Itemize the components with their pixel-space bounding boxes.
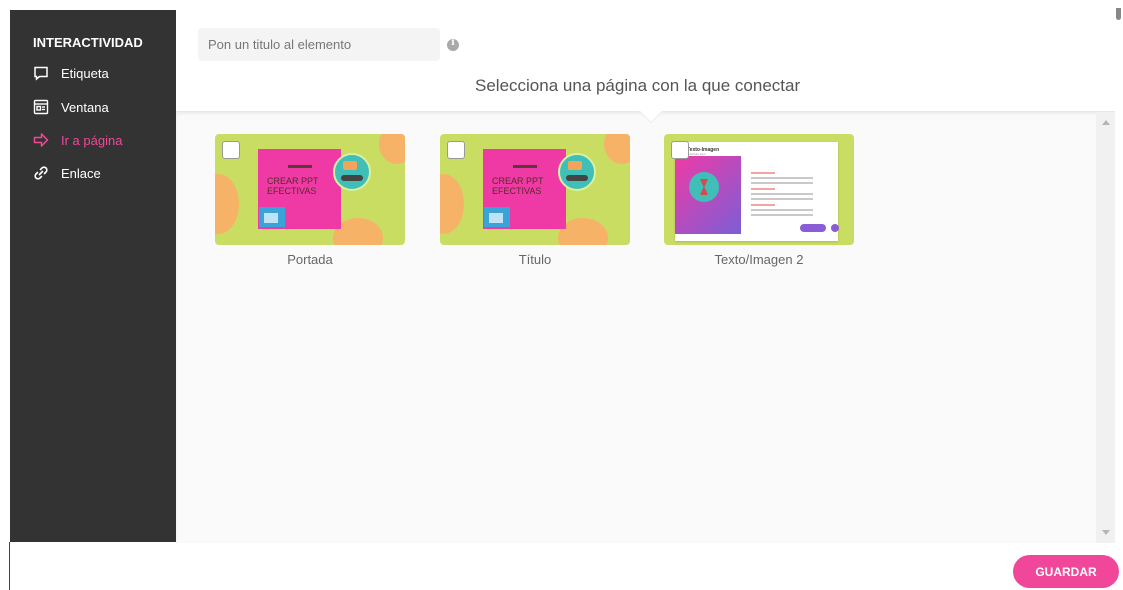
page-label: Texto/Imagen 2 [714,252,804,267]
sidebar-title: INTERACTIVIDAD [33,35,143,50]
decor-shape [440,174,464,234]
scroll-handle[interactable] [1116,8,1121,20]
sidebar-item-enlace[interactable]: Enlace [33,165,101,181]
sidebar: INTERACTIVIDAD Etiqueta Ventana Ir a pág… [10,10,176,542]
slide-text: CREAR PPT EFECTIVAS [267,176,319,196]
slide-bar [513,165,537,168]
divider [9,542,10,590]
page-label: Portada [287,252,333,267]
page-checkbox[interactable] [222,141,240,159]
window-icon [33,99,49,115]
comment-icon [34,66,48,81]
sidebar-item-label: Enlace [61,165,101,181]
illustration-icon [558,153,596,191]
slide-button [800,224,826,232]
decor-shape [215,174,239,234]
slide-text: CREAR PPT EFECTIVAS [492,176,544,196]
decor-shape [379,134,405,164]
slide-preview: Texto-Imagen Subtítulo aquí [675,142,839,241]
sidebar-item-ir-a-pagina[interactable]: Ir a página [33,132,122,148]
page-thumbnail-texto-imagen-2[interactable]: Texto-Imagen Subtítulo aquí [664,134,854,245]
sidebar-item-label: Ir a página [61,132,123,148]
arrow-right-icon [33,133,49,147]
page-thumbnail-titulo[interactable]: CREAR PPT EFECTIVAS [440,134,630,245]
instruction-text: Selecciona una página con la que conecta… [475,76,801,95]
scroll-up-icon[interactable] [1102,120,1110,125]
page-checkbox[interactable] [447,141,465,159]
hourglass-icon [689,172,719,202]
link-icon [34,166,48,180]
slide-text-lines [751,168,813,219]
mini-panel [484,207,510,227]
sidebar-item-etiqueta[interactable]: Etiqueta [33,65,109,81]
element-title-input[interactable] [198,28,440,61]
page-checkbox[interactable] [671,141,689,159]
sidebar-item-ventana[interactable]: Ventana [33,99,109,115]
page-thumbnail-portada[interactable]: CREAR PPT EFECTIVAS [215,134,405,245]
mini-panel [259,207,285,227]
sidebar-item-label: Ventana [61,99,109,115]
save-button[interactable]: GUARDAR [1013,555,1119,588]
info-icon[interactable] [447,38,459,51]
slide-bar [288,165,312,168]
page-label: Título [518,252,552,267]
sidebar-item-label: Etiqueta [61,65,109,81]
illustration-icon [333,153,371,191]
vertical-scrollbar[interactable] [1096,112,1115,543]
scroll-down-icon[interactable] [1102,530,1110,535]
interactivity-editor: INTERACTIVIDAD Etiqueta Ventana Ir a pág… [0,0,1123,590]
slide-dot [831,224,839,232]
decor-shape [604,134,630,164]
